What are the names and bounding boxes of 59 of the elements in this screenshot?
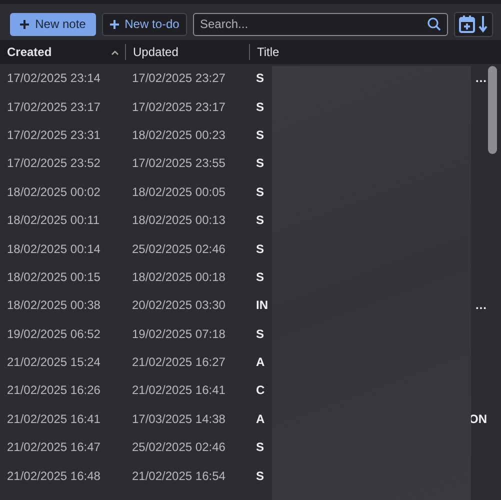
table-cell: S xyxy=(256,270,264,284)
table-cell: S xyxy=(256,468,264,483)
table-cell-text: 17/03/2025 14:38 xyxy=(131,412,226,426)
table-cell-text: 21/02/2025 16:41 xyxy=(6,412,102,426)
table-cell: S xyxy=(256,184,264,199)
table-cell-text: 17/02/2025 23:31 xyxy=(6,128,102,142)
new-note-button[interactable]: New note xyxy=(10,12,96,36)
table-cell: S xyxy=(256,242,264,256)
arrow-down-icon[interactable] xyxy=(478,15,488,33)
table-cell-text: 21/02/2025 16:27 xyxy=(131,355,226,370)
table-cell-text: 18/02/2025 00:14 xyxy=(6,242,102,256)
column-header[interactable]: Created xyxy=(7,45,52,59)
table-cell-text: 18/02/2025 00:05 xyxy=(131,184,226,199)
table-cell: S xyxy=(256,128,264,142)
table-cell-text: 18/02/2025 00:15 xyxy=(6,270,102,284)
search-icon xyxy=(427,16,441,30)
table-cell-text: 19/02/2025 07:18 xyxy=(131,326,226,341)
table-cell-text: 20/02/2025 03:30 xyxy=(131,298,226,312)
table-cell: A xyxy=(256,412,265,426)
table-cell-text: 17/02/2025 23:14 xyxy=(6,71,102,86)
table-cell-text: 21/02/2025 16:48 xyxy=(6,468,102,483)
table-cell-text: 17/02/2025 23:55 xyxy=(131,156,226,170)
table-cell: S xyxy=(256,440,264,454)
table-cell: S xyxy=(256,326,264,341)
search-field[interactable]: Search... xyxy=(193,12,448,36)
table-cell-text: 18/02/2025 00:13 xyxy=(131,213,226,228)
table-cell-text: 17/02/2025 23:17 xyxy=(131,100,226,114)
table-cell-text: 18/02/2025 00:38 xyxy=(6,298,102,312)
table-cell-text: 18/02/2025 00:18 xyxy=(131,270,226,284)
table-cell-text: 17/02/2025 23:52 xyxy=(6,156,102,170)
table-cell-text: 21/02/2025 16:54 xyxy=(131,468,226,483)
table-cell: IN xyxy=(256,298,268,312)
plus-icon xyxy=(110,20,119,28)
table-cell: S xyxy=(256,71,264,86)
table-cell: S xyxy=(256,213,264,228)
table-cell: C xyxy=(256,383,265,398)
new-todo-button[interactable]: New to-do xyxy=(102,12,187,36)
table-cell: S xyxy=(256,156,264,170)
table-cell-text: 18/02/2025 00:11 xyxy=(6,213,101,228)
column-header[interactable]: Title xyxy=(257,45,280,59)
caret-up-icon[interactable] xyxy=(111,50,119,54)
table-cell: … xyxy=(475,71,487,86)
table-cell-text: 25/02/2025 02:46 xyxy=(131,242,226,256)
table-cell: … xyxy=(475,298,487,312)
table-cell: A xyxy=(256,355,265,370)
table-cell-text: 21/02/2025 16:47 xyxy=(6,440,102,454)
table-cell: S xyxy=(256,100,264,114)
table-cell-text: 21/02/2025 16:26 xyxy=(6,383,102,398)
table-cell-text: 25/02/2025 02:46 xyxy=(131,440,226,454)
table-cell-text: 17/02/2025 23:27 xyxy=(131,71,226,86)
table-cell-text: 21/02/2025 16:41 xyxy=(131,383,226,398)
table-cell-text: 21/02/2025 15:24 xyxy=(6,355,102,370)
plus-icon xyxy=(20,20,30,28)
table-cell-text: 19/02/2025 06:52 xyxy=(6,326,102,341)
table-cell-text: 18/02/2025 00:02 xyxy=(6,184,102,199)
calendar-plus-icon[interactable] xyxy=(459,15,475,33)
table-cell-text: 17/02/2025 23:17 xyxy=(6,100,102,114)
table-cell-text: 18/02/2025 00:23 xyxy=(131,128,226,142)
column-header[interactable]: Updated xyxy=(133,45,178,59)
